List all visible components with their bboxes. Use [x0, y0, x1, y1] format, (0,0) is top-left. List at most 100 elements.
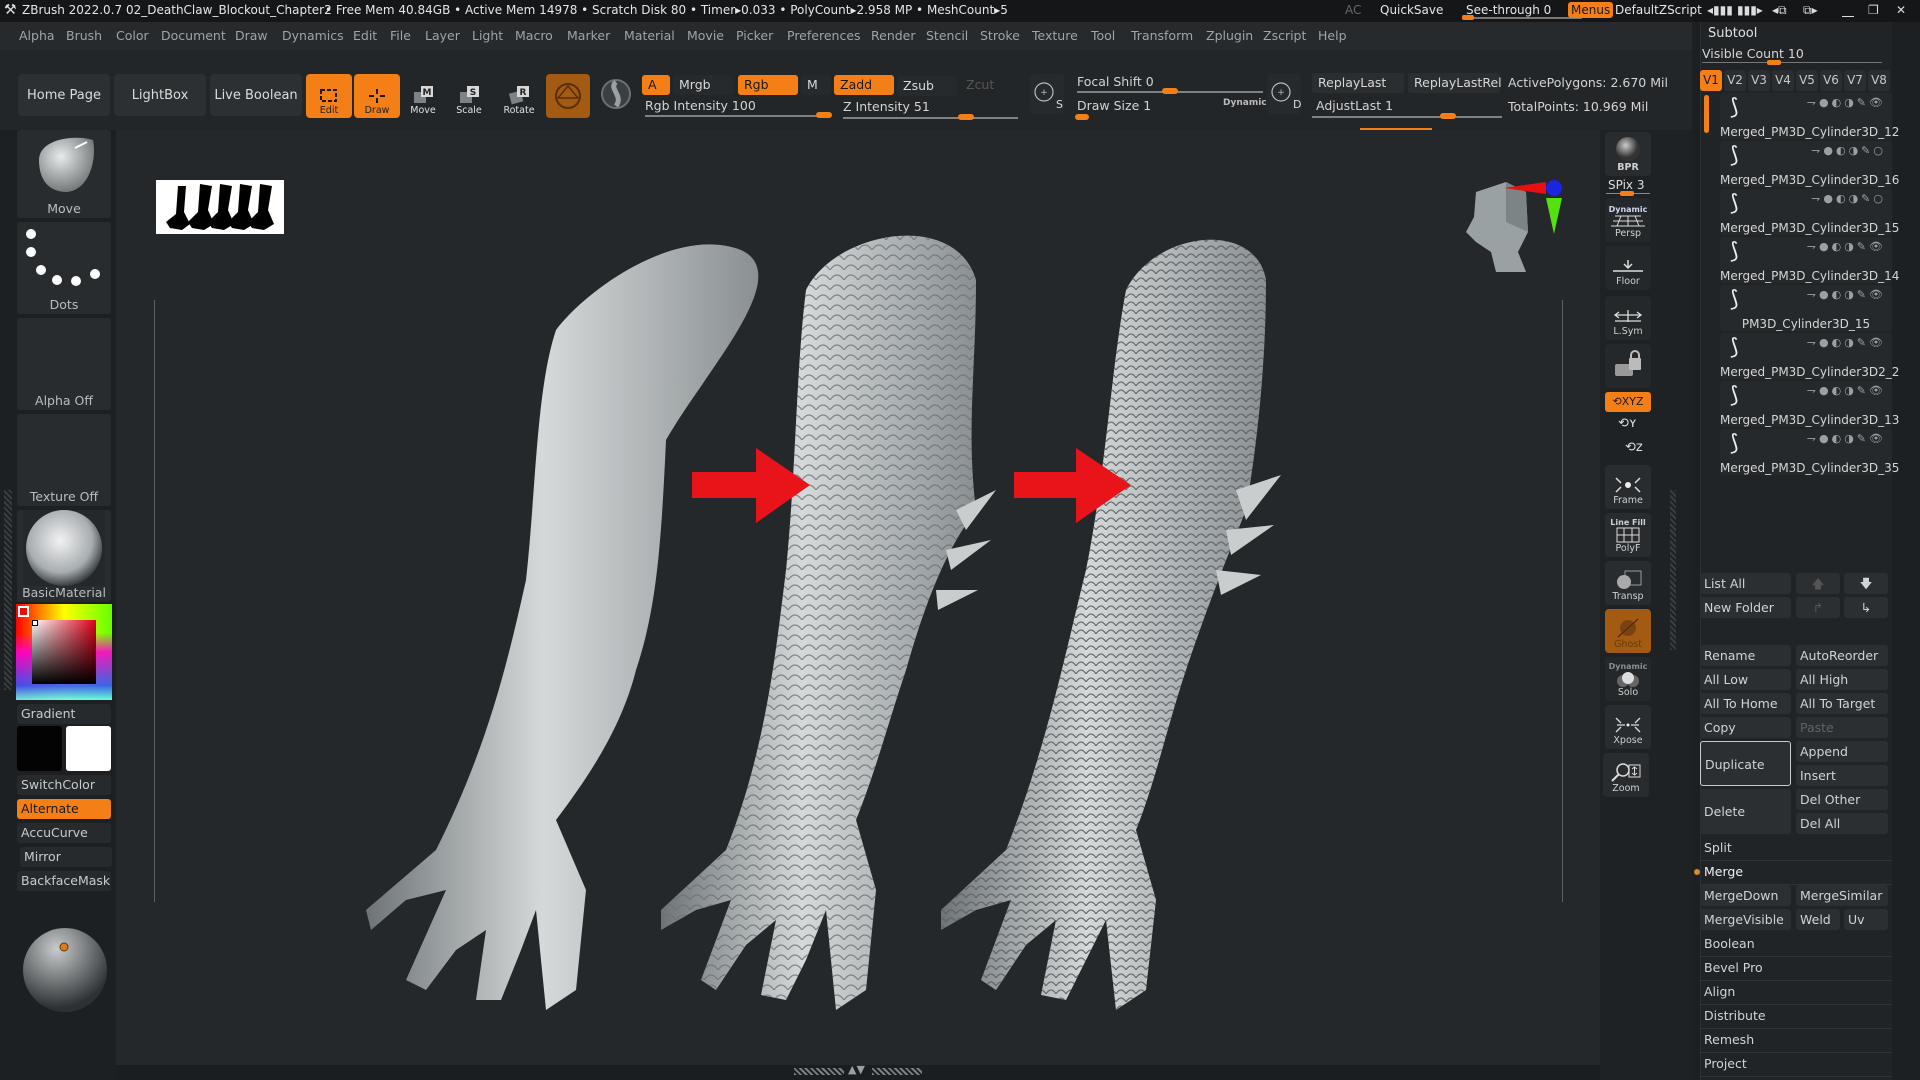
mrgb-toggle[interactable]: Mrgb	[673, 75, 733, 95]
lightbox-button[interactable]: LightBox	[114, 74, 206, 116]
floor-button[interactable]: Floor	[1605, 246, 1651, 290]
weld-toggle[interactable]: Weld	[1796, 909, 1840, 930]
menu-brush[interactable]: Brush	[66, 28, 102, 43]
rgb-intensity-slider[interactable]	[645, 115, 830, 117]
menu-picker[interactable]: Picker	[736, 28, 773, 43]
m-toggle[interactable]: M	[801, 75, 831, 95]
menu-document[interactable]: Document	[161, 28, 226, 43]
tab-v4[interactable]: V4	[1772, 70, 1794, 91]
menu-stroke[interactable]: Stroke	[980, 28, 1020, 43]
solo-button[interactable]: Dynamic Solo	[1605, 657, 1651, 701]
alternate-button[interactable]: Alternate	[17, 799, 111, 819]
focal-shift-knob[interactable]	[1162, 88, 1178, 94]
menu-transform[interactable]: Transform	[1131, 28, 1193, 43]
subtool-item-toggles[interactable]: ⇁●◐◑✎👁	[1807, 288, 1886, 301]
subtool-item[interactable]: ⟆ ⇁●◐◑✎👁 Merged_PM3D_Cylinder3D_13	[1720, 381, 1899, 427]
rotate-z-icon[interactable]: ⟲ᴢ	[1625, 440, 1643, 455]
restore-icon[interactable]: ❐	[1868, 3, 1879, 17]
axis-gizmo[interactable]	[1504, 172, 1574, 242]
append-button[interactable]: Append	[1796, 741, 1888, 762]
move-up-button[interactable]: 🡅	[1796, 573, 1840, 594]
polyf-button[interactable]: Line Fill PolyF	[1605, 513, 1651, 557]
subtool-item[interactable]: ⟆ ⇁●◐◑✎👁 PM3D_Cylinder3D_15	[1720, 285, 1892, 331]
remesh-section[interactable]: Remesh	[1700, 1029, 1892, 1053]
subtool-item-toggles[interactable]: ⇁●◐◑✎○	[1811, 144, 1886, 157]
merge-down-button[interactable]: MergeDown	[1700, 885, 1791, 906]
see-through-slider[interactable]: See-through 0	[1466, 3, 1551, 17]
boolean-section[interactable]: Boolean	[1700, 933, 1892, 957]
edit-button[interactable]: Edit	[306, 74, 352, 118]
left-shelf-scroll-handle[interactable]	[4, 490, 12, 690]
persp-button[interactable]: Dynamic Persp	[1605, 198, 1651, 242]
scale-button[interactable]: S Scale	[446, 74, 492, 118]
menus-toggle[interactable]: Menus	[1568, 2, 1614, 18]
see-through-track[interactable]	[1462, 17, 1582, 19]
menu-layer[interactable]: Layer	[425, 28, 460, 43]
subtool-item-toggles[interactable]: ⇁●◐◑✎👁	[1807, 240, 1886, 253]
adjust-last-slider[interactable]	[1312, 116, 1502, 118]
bottom-scroll-right[interactable]	[872, 1068, 922, 1075]
zcut-toggle[interactable]: Zcut	[960, 75, 1015, 95]
subtool-item-toggles[interactable]: ⇁●◐◑✎○	[1811, 192, 1886, 205]
tab-v2[interactable]: V2	[1724, 70, 1746, 91]
replay-last-button[interactable]: ReplayLast	[1312, 73, 1404, 93]
tab-v7[interactable]: V7	[1844, 70, 1866, 91]
rename-button[interactable]: Rename	[1700, 645, 1791, 666]
spix-knob[interactable]	[1620, 191, 1634, 196]
subtool-title[interactable]: Subtool	[1708, 26, 1757, 41]
menu-file[interactable]: File	[390, 28, 411, 43]
layout-prev-icon[interactable]: ◂⧉	[1772, 3, 1787, 18]
rotate-button[interactable]: R Rotate	[496, 74, 542, 118]
all-high-button[interactable]: All High	[1796, 669, 1888, 690]
subtool-item-toggles[interactable]: ⇁●◐◑✎👁	[1807, 384, 1886, 397]
all-to-target-button[interactable]: All To Target	[1796, 693, 1888, 714]
mirror-button[interactable]: Mirror	[20, 847, 112, 867]
switch-color-button[interactable]: SwitchColor	[17, 775, 111, 795]
light-sphere[interactable]	[20, 925, 110, 1015]
subtool-item[interactable]: ⟆ ⇁●◐◑✎○ Merged_PM3D_Cylinder3D_16	[1720, 141, 1899, 187]
gizmo-3d-button[interactable]	[600, 78, 632, 110]
visible-count-slider[interactable]	[1702, 62, 1882, 63]
subtool-item[interactable]: ⟆ ⇁●◐◑✎👁 Merged_PM3D_Cylinder3D_14	[1720, 237, 1899, 283]
expand-ui-icon[interactable]: ▮▮▮▸	[1737, 3, 1763, 17]
menu-render[interactable]: Render	[871, 28, 916, 43]
subtool-item[interactable]: ⟆ ⇁●◐◑✎👁 Merged_PM3D_Cylinder3D_12	[1720, 93, 1899, 139]
saturation-value-square[interactable]	[32, 620, 96, 684]
subtool-list-scrollbar[interactable]	[1704, 95, 1709, 133]
live-boolean-button[interactable]: Live Boolean	[210, 74, 302, 116]
draw-size-knob[interactable]	[1075, 114, 1089, 120]
zoom-button[interactable]: Zoom	[1603, 753, 1649, 797]
accucurve-button[interactable]: AccuCurve	[17, 823, 111, 843]
xpose-button[interactable]: Xpose	[1605, 705, 1651, 749]
material-selector[interactable]: BasicMaterial	[17, 510, 111, 602]
secondary-color-swatch[interactable]	[66, 726, 111, 771]
frame-button[interactable]: Frame	[1605, 465, 1651, 509]
zsub-toggle[interactable]: Zsub	[897, 76, 957, 96]
list-all-button[interactable]: List All	[1700, 573, 1791, 594]
project-section[interactable]: Project	[1700, 1053, 1892, 1077]
sculptris-pro-button[interactable]	[546, 74, 590, 118]
color-cursor[interactable]	[32, 620, 38, 626]
tab-v1[interactable]: V1	[1700, 70, 1722, 91]
menu-zscript[interactable]: Zscript	[1263, 28, 1306, 43]
subtool-item[interactable]: ⟆ ⇁●◐◑✎○ Merged_PM3D_Cylinder3D_15	[1720, 189, 1899, 235]
all-to-home-button[interactable]: All To Home	[1700, 693, 1791, 714]
rotate-y-icon[interactable]: ⟲ʏ	[1618, 416, 1637, 431]
duplicate-button[interactable]: Duplicate	[1700, 741, 1791, 786]
focal-s-button[interactable]: + S	[1030, 74, 1064, 114]
document-canvas[interactable]	[116, 130, 1600, 1065]
copy-button[interactable]: Copy	[1700, 717, 1791, 738]
backface-mask-button[interactable]: BackfaceMask	[17, 871, 111, 891]
subtool-item[interactable]: ⟆ ⇁●◐◑✎👁 Merged_PM3D_Cylinder3D2_2	[1720, 333, 1899, 379]
tab-v8[interactable]: V8	[1868, 70, 1890, 91]
subtool-item[interactable]: ⟆ ⇁●◐◑✎👁 Merged_PM3D_Cylinder3D_35	[1720, 429, 1899, 475]
tab-v3[interactable]: V3	[1748, 70, 1770, 91]
menu-texture[interactable]: Texture	[1032, 28, 1078, 43]
ghost-button[interactable]: Ghost	[1605, 609, 1651, 653]
draw-button[interactable]: Draw	[354, 74, 400, 118]
menu-dynamics[interactable]: Dynamics	[282, 28, 344, 43]
menu-edit[interactable]: Edit	[353, 28, 377, 43]
menu-draw[interactable]: Draw	[235, 28, 268, 43]
subtool-item-toggles[interactable]: ⇁●◐◑✎👁	[1807, 336, 1886, 349]
split-section[interactable]: Split	[1700, 837, 1892, 861]
